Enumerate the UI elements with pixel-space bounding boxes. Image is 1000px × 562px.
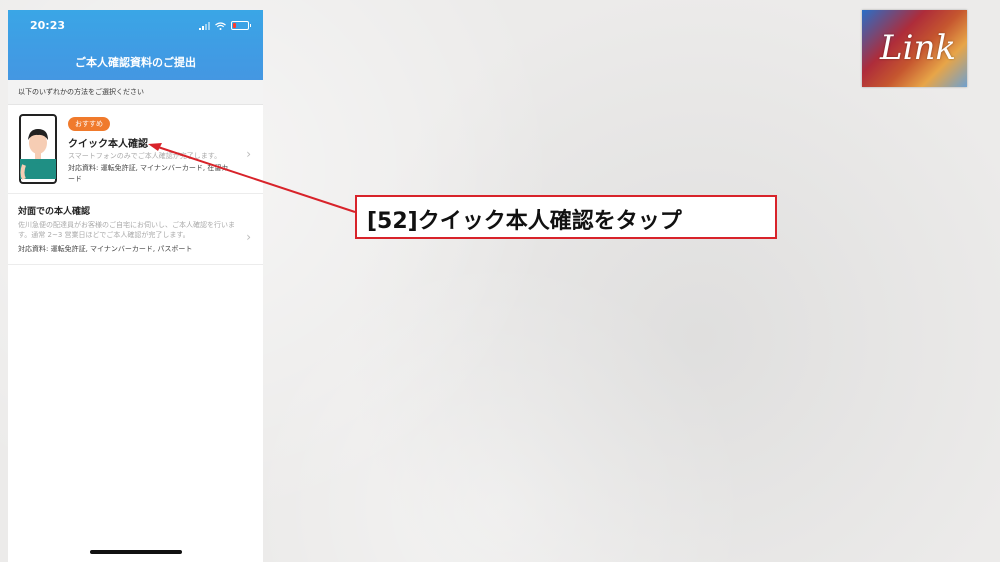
home-indicator — [90, 550, 182, 554]
option-description: スマートフォンのみでご本人確認が完了します。 — [68, 152, 222, 160]
battery-icon — [231, 21, 251, 30]
option-title: クイック本人確認 — [68, 139, 148, 150]
option-description: 佐川急便の配達員がお客様のご自宅にお伺いし、ご本人確認を行います。通常 2~3 … — [18, 221, 235, 239]
option-quick-verification[interactable]: おすすめ クイック本人確認 スマートフォンのみでご本人確認が完了します。 対応資… — [8, 105, 263, 194]
recommended-badge: おすすめ — [68, 117, 110, 131]
wifi-icon — [215, 21, 226, 30]
option-documents: 対応資料: 運転免許証, マイナンバーカード, パスポート — [18, 245, 193, 253]
callout-text: [52]クイック本人確認をタップ — [367, 209, 682, 234]
page-header: ご本人確認資料のご提出 — [8, 46, 263, 80]
logo-text: Link — [880, 28, 956, 68]
option-title: 対面での本人確認 — [18, 207, 91, 217]
phone-screen: 20:23 ご本人確認資料のご提出 以下のいずれかの方法をご選択ください おすす… — [8, 10, 263, 562]
instruction-bar: 以下のいずれかの方法をご選択ください — [8, 80, 263, 105]
page-title: ご本人確認資料のご提出 — [75, 56, 196, 69]
option-documents: 対応資料: 運転免許証, マイナンバーカード, 在留カード — [68, 164, 229, 183]
chevron-right-icon: › — [246, 147, 251, 161]
chevron-right-icon: › — [246, 230, 251, 244]
signal-icon — [199, 21, 210, 30]
phone-selfie-illustration — [19, 114, 57, 184]
status-bar: 20:23 — [8, 10, 263, 46]
instruction-text: 以下のいずれかの方法をご選択ください — [18, 88, 144, 96]
link-logo: Link — [862, 10, 967, 87]
instruction-callout: [52]クイック本人確認をタップ — [355, 195, 777, 239]
option-in-person-verification[interactable]: 対面での本人確認 佐川急便の配達員がお客様のご自宅にお伺いし、ご本人確認を行いま… — [8, 194, 263, 265]
status-icons — [199, 21, 251, 30]
status-time: 20:23 — [30, 19, 66, 32]
